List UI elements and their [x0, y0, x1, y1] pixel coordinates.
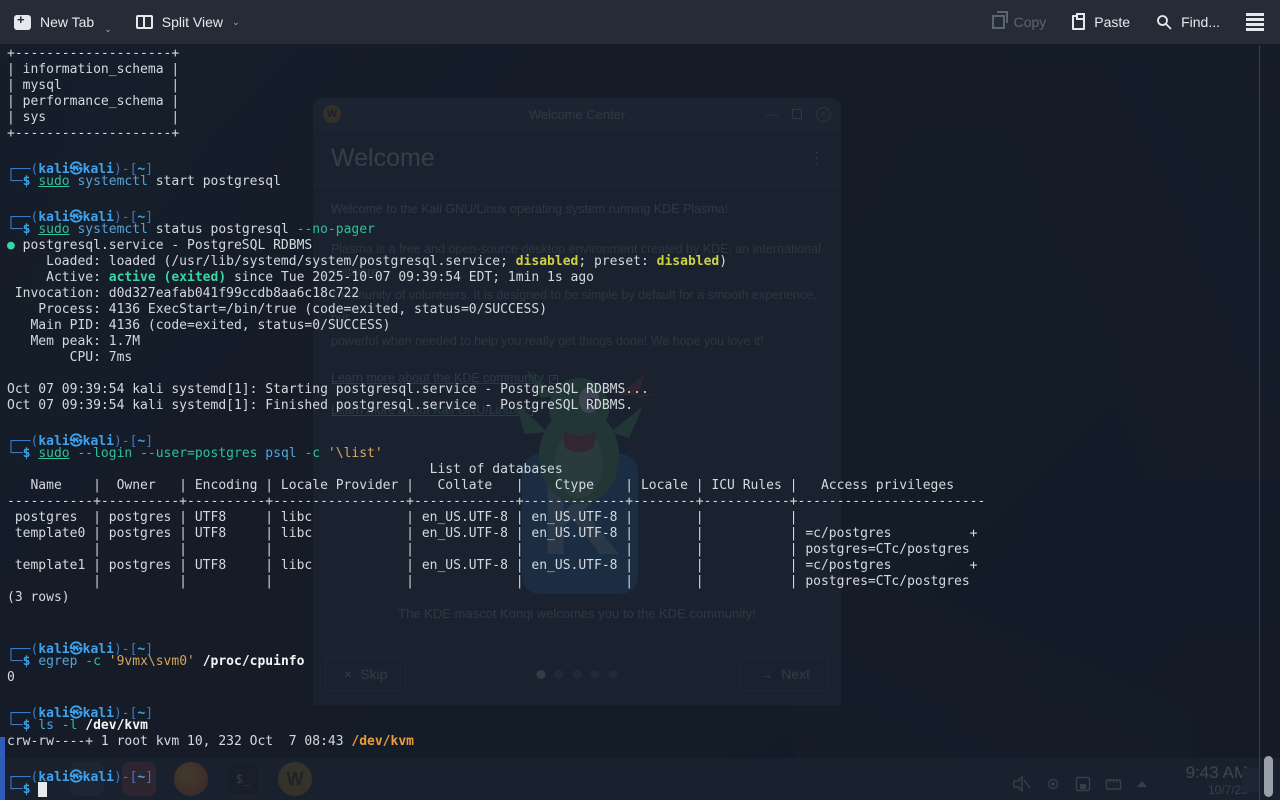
copy-icon — [991, 11, 1008, 29]
scrollbar-thumb[interactable] — [1264, 756, 1273, 797]
new-tab-label: New Tab — [40, 14, 95, 30]
terminal-toolbar: New Tab ⌄ Split View ⌄ Copy Paste — [0, 0, 1280, 45]
split-view-button[interactable]: Split View ⌄ — [135, 14, 240, 30]
new-tab-dropdown-icon[interactable]: ⌄ — [104, 24, 112, 35]
panel-accent-strip — [0, 737, 5, 800]
menu-hamburger-icon[interactable] — [1246, 13, 1264, 31]
paste-icon — [1072, 12, 1086, 30]
screen: $_ W — [0, 0, 1280, 800]
copy-button[interactable]: Copy — [991, 11, 1047, 30]
split-view-icon — [135, 15, 153, 29]
copy-label: Copy — [1013, 14, 1047, 30]
find-label: Find... — [1181, 14, 1220, 30]
scrollbar-track[interactable] — [1259, 45, 1260, 800]
new-tab-icon — [14, 12, 31, 30]
terminal-output[interactable]: +--------------------+ | information_sche… — [0, 45, 1258, 798]
find-button[interactable]: Find... — [1156, 14, 1220, 30]
paste-label: Paste — [1094, 14, 1131, 30]
search-icon — [1157, 15, 1172, 30]
paste-button[interactable]: Paste — [1072, 12, 1131, 30]
split-view-label: Split View — [161, 14, 223, 30]
new-tab-button[interactable]: New Tab — [14, 12, 95, 30]
terminal-cursor — [38, 782, 48, 797]
split-view-dropdown-icon: ⌄ — [231, 16, 240, 27]
